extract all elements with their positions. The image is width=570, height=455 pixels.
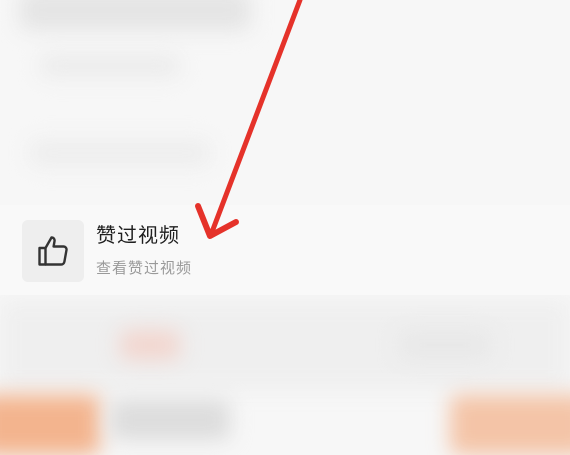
annotation-arrow bbox=[195, 0, 303, 239]
